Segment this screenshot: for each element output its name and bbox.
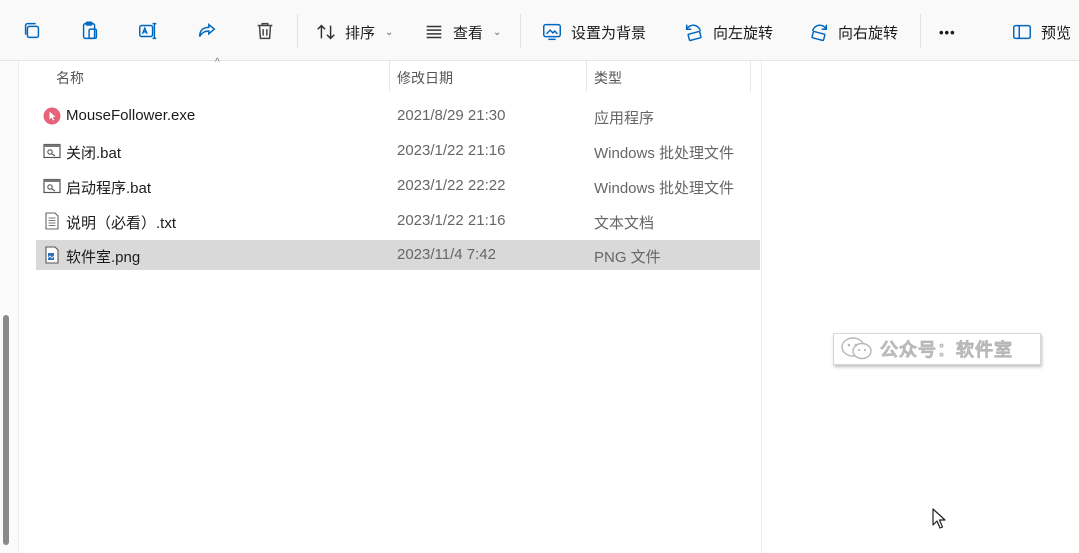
file-modified: 2023/1/22 21:16 bbox=[397, 212, 506, 229]
column-header-modified[interactable]: 修改日期 bbox=[397, 68, 453, 88]
batch-file-icon bbox=[43, 143, 61, 159]
watermark-text: 公众号：软件室 bbox=[880, 340, 1013, 361]
set-background-icon bbox=[543, 23, 561, 41]
set-background-label: 设置为背景 bbox=[571, 24, 647, 42]
text-file-icon bbox=[45, 212, 59, 230]
set-background-button[interactable]: 设置为背景 bbox=[541, 19, 646, 45]
column-header-name[interactable]: 名称 bbox=[56, 68, 84, 88]
preview-label: 预览 bbox=[1041, 24, 1072, 42]
more-icon: ••• bbox=[939, 24, 956, 40]
image-file-icon bbox=[45, 246, 59, 264]
file-name: 软件室.png bbox=[66, 249, 141, 266]
rotate-left-icon bbox=[685, 24, 702, 42]
rotate-left-button[interactable]: 向左旋转 bbox=[683, 19, 773, 45]
column-divider[interactable] bbox=[586, 61, 587, 92]
sort-icon bbox=[317, 24, 335, 40]
view-button[interactable]: 查看 ⌄ bbox=[423, 19, 501, 45]
file-row[interactable]: 关闭.bat 2023/1/22 21:16 Windows 批处理文件 bbox=[36, 136, 760, 166]
file-row[interactable]: MouseFollower.exe 2021/8/29 21:30 应用程序 bbox=[36, 101, 760, 131]
file-modified: 2023/1/22 22:22 bbox=[397, 177, 506, 194]
file-type: PNG 文件 bbox=[594, 249, 661, 266]
rotate-left-label: 向左旋转 bbox=[713, 24, 774, 42]
column-divider[interactable] bbox=[389, 61, 390, 92]
toolbar-separator bbox=[520, 14, 521, 48]
chevron-down-icon: ⌄ bbox=[385, 26, 394, 38]
file-name: 关闭.bat bbox=[66, 145, 122, 162]
navigation-scrollbar[interactable] bbox=[3, 315, 9, 545]
command-bar: 排序 ⌄ 查看 ⌄ 设置为背景 向左旋转 向右旋转 ••• 预览 bbox=[0, 0, 1079, 61]
copy-icon[interactable] bbox=[20, 19, 44, 43]
rotate-right-icon bbox=[811, 24, 828, 42]
sort-label: 排序 bbox=[345, 24, 376, 42]
file-type: 应用程序 bbox=[594, 110, 655, 127]
preview-pane-icon bbox=[1013, 24, 1031, 40]
column-header-row: ^ 名称 修改日期 类型 bbox=[19, 57, 762, 92]
wechat-icon bbox=[841, 337, 872, 360]
file-list: ^ 名称 修改日期 类型 MouseFollower.exe 2021/8/29… bbox=[19, 57, 762, 553]
rename-icon[interactable] bbox=[136, 19, 160, 43]
sort-ascending-icon: ^ bbox=[215, 57, 220, 68]
file-name: MouseFollower.exe bbox=[66, 107, 196, 124]
delete-icon[interactable] bbox=[253, 19, 277, 43]
file-name: 说明（必看）.txt bbox=[66, 215, 177, 232]
column-divider[interactable] bbox=[750, 61, 751, 92]
chevron-down-icon: ⌄ bbox=[493, 26, 502, 38]
share-icon[interactable] bbox=[195, 19, 219, 43]
view-icon bbox=[426, 25, 442, 39]
toolbar-separator bbox=[297, 14, 298, 48]
sort-button[interactable]: 排序 ⌄ bbox=[315, 19, 393, 45]
file-row[interactable]: 启动程序.bat 2023/1/22 22:22 Windows 批处理文件 bbox=[36, 171, 760, 201]
file-modified: 2023/1/22 21:16 bbox=[397, 142, 506, 159]
file-type: Windows 批处理文件 bbox=[594, 180, 735, 197]
preview-pane bbox=[762, 61, 1079, 553]
watermark: 公众号：软件室 bbox=[833, 333, 1041, 365]
view-label: 查看 bbox=[453, 24, 484, 42]
file-row-selected[interactable]: 软件室.png 2023/11/4 7:42 PNG 文件 bbox=[36, 240, 760, 270]
mouse-cursor-icon bbox=[932, 508, 946, 529]
rotate-right-label: 向右旋转 bbox=[838, 24, 899, 42]
preview-pane-button[interactable]: 预览 bbox=[1011, 19, 1071, 45]
file-type: Windows 批处理文件 bbox=[594, 145, 735, 162]
file-name: 启动程序.bat bbox=[66, 180, 152, 197]
file-modified: 2021/8/29 21:30 bbox=[397, 107, 506, 124]
column-header-type[interactable]: 类型 bbox=[594, 68, 622, 88]
rotate-right-button[interactable]: 向右旋转 bbox=[808, 19, 898, 45]
batch-file-icon bbox=[43, 178, 61, 194]
toolbar-separator bbox=[920, 14, 921, 48]
file-row[interactable]: 说明（必看）.txt 2023/1/22 21:16 文本文档 bbox=[36, 206, 760, 236]
file-type: 文本文档 bbox=[594, 215, 655, 232]
file-modified: 2023/11/4 7:42 bbox=[397, 246, 496, 263]
app-icon bbox=[43, 107, 61, 125]
more-options-button[interactable]: ••• bbox=[939, 19, 956, 45]
paste-icon[interactable] bbox=[78, 19, 102, 43]
